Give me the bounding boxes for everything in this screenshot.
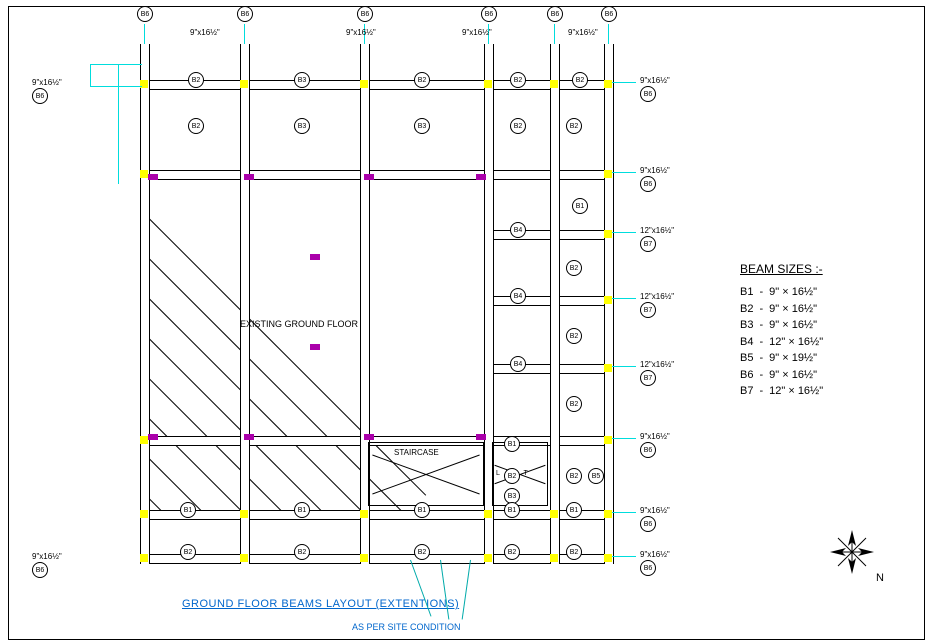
beam-h (488, 230, 610, 240)
beam-mark: B2 (180, 544, 196, 560)
beam-mark: B2 (572, 72, 588, 88)
beam-v (604, 44, 614, 564)
beam-mark-top: B6 (357, 6, 373, 22)
beam-mark: B1 (294, 502, 310, 518)
beam-mark: B1 (504, 502, 520, 518)
note: AS PER SITE CONDITION (352, 622, 461, 632)
beam-mark-r: B6 (640, 516, 656, 532)
north-label: N (876, 572, 884, 584)
north-arrow-icon (830, 530, 874, 574)
drawing-title: GROUND FLOOR BEAMS LAYOUT (EXTENTIONS) (182, 598, 459, 610)
beam-mark: B2 (566, 396, 582, 412)
dim-top: 9"x16½" (190, 28, 220, 37)
beam-v (240, 44, 250, 564)
beam-h (140, 510, 610, 520)
beam-mark: B1 (572, 198, 588, 214)
beam-mark-l: B6 (32, 88, 48, 104)
beam-mark: B3 (294, 118, 310, 134)
beam-mark: B2 (188, 118, 204, 134)
beam-h (140, 170, 610, 180)
beam-mark-r: B6 (640, 442, 656, 458)
beam-mark: B4 (510, 356, 526, 372)
beam-mark-r: B7 (640, 370, 656, 386)
beam-mark: B4 (510, 222, 526, 238)
beam-mark: B2 (414, 544, 430, 560)
beam-h (488, 296, 610, 306)
beam-mark: B3 (414, 118, 430, 134)
beam-mark: B2 (566, 118, 582, 134)
beam-mark: B3 (294, 72, 310, 88)
beam-mark: B2 (414, 72, 430, 88)
beam-mark: B2 (566, 260, 582, 276)
beam-mark: B1 (504, 436, 520, 452)
beam-mark: B4 (510, 288, 526, 304)
beam-v (550, 44, 560, 564)
beam-mark-top: B6 (481, 6, 497, 22)
existing-label: EXISTING GROUND FLOOR (240, 319, 358, 329)
beam-v (140, 44, 150, 564)
beam-sizes-table: BEAM SIZES :- B1-9" × 16½" B2-9" × 16½" … (740, 260, 829, 400)
beam-mark-r: B6 (640, 560, 656, 576)
beam-mark: B2 (504, 544, 520, 560)
beam-mark-r: B6 (640, 86, 656, 102)
dim-top: 9"x16½" (568, 28, 598, 37)
beam-mark: B2 (566, 328, 582, 344)
dim-top: 9"x16½" (462, 28, 492, 37)
beam-mark: B2 (504, 468, 520, 484)
floor-plan: STAIRCASE L I F T B2 B3 B2 B2 B2 B2 B3 B… (100, 44, 630, 574)
beam-mark-r: B7 (640, 236, 656, 252)
beam-mark: B2 (188, 72, 204, 88)
staircase-label: STAIRCASE (394, 448, 439, 457)
dim-top: 9"x16½" (346, 28, 376, 37)
beam-mark-r: B7 (640, 302, 656, 318)
beam-mark: B1 (414, 502, 430, 518)
beam-mark-r: B6 (640, 176, 656, 192)
beam-mark-top: B6 (547, 6, 563, 22)
beam-mark: B2 (510, 118, 526, 134)
beam-sizes-header: BEAM SIZES :- (740, 260, 829, 278)
beam-h (140, 554, 610, 564)
beam-mark: B1 (180, 502, 196, 518)
beam-mark: B1 (566, 502, 582, 518)
beam-mark: B2 (566, 468, 582, 484)
beam-mark-top: B6 (137, 6, 153, 22)
beam-mark-l: B6 (32, 562, 48, 578)
beam-mark-top: B6 (601, 6, 617, 22)
beam-mark: B2 (566, 544, 582, 560)
beam-mark: B2 (510, 72, 526, 88)
beam-mark: B2 (294, 544, 310, 560)
beam-h (140, 80, 610, 90)
beam-h (488, 364, 610, 374)
beam-mark-top: B6 (237, 6, 253, 22)
beam-mark: B5 (588, 468, 604, 484)
